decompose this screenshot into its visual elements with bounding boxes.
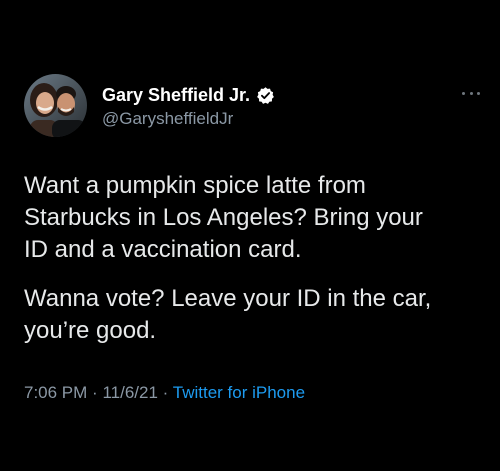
tweet-source-link[interactable]: Twitter for iPhone	[173, 383, 305, 402]
tweet-time[interactable]: 7:06 PM	[24, 383, 87, 402]
author-name-text[interactable]: Gary Sheffield Jr.	[102, 84, 250, 106]
tweet-metadata: 7:06 PM · 11/6/21 · Twitter for iPhone	[24, 382, 305, 404]
tweet-text-paragraph-1: Want a pumpkin spice latte from Starbuck…	[24, 172, 423, 263]
separator: ·	[162, 383, 169, 402]
tweet-date[interactable]: 11/6/21	[102, 383, 157, 402]
profile-photo-icon	[24, 74, 87, 137]
more-options-button[interactable]	[462, 88, 480, 98]
author-name[interactable]: Gary Sheffield Jr.	[102, 84, 275, 106]
more-dot-icon	[469, 91, 473, 95]
more-dot-icon	[462, 91, 465, 95]
tweet-text-paragraph-2: Wanna vote? Leave your ID in the car, yo…	[24, 285, 432, 344]
verified-badge-icon	[257, 86, 274, 104]
avatar[interactable]	[24, 74, 87, 137]
tweet-card: Gary Sheffield Jr. @GarysheffieldJr Want…	[0, 0, 500, 471]
more-dot-icon	[477, 91, 480, 95]
author-handle[interactable]: @GarysheffieldJr	[102, 108, 233, 130]
separator: ·	[92, 383, 98, 402]
